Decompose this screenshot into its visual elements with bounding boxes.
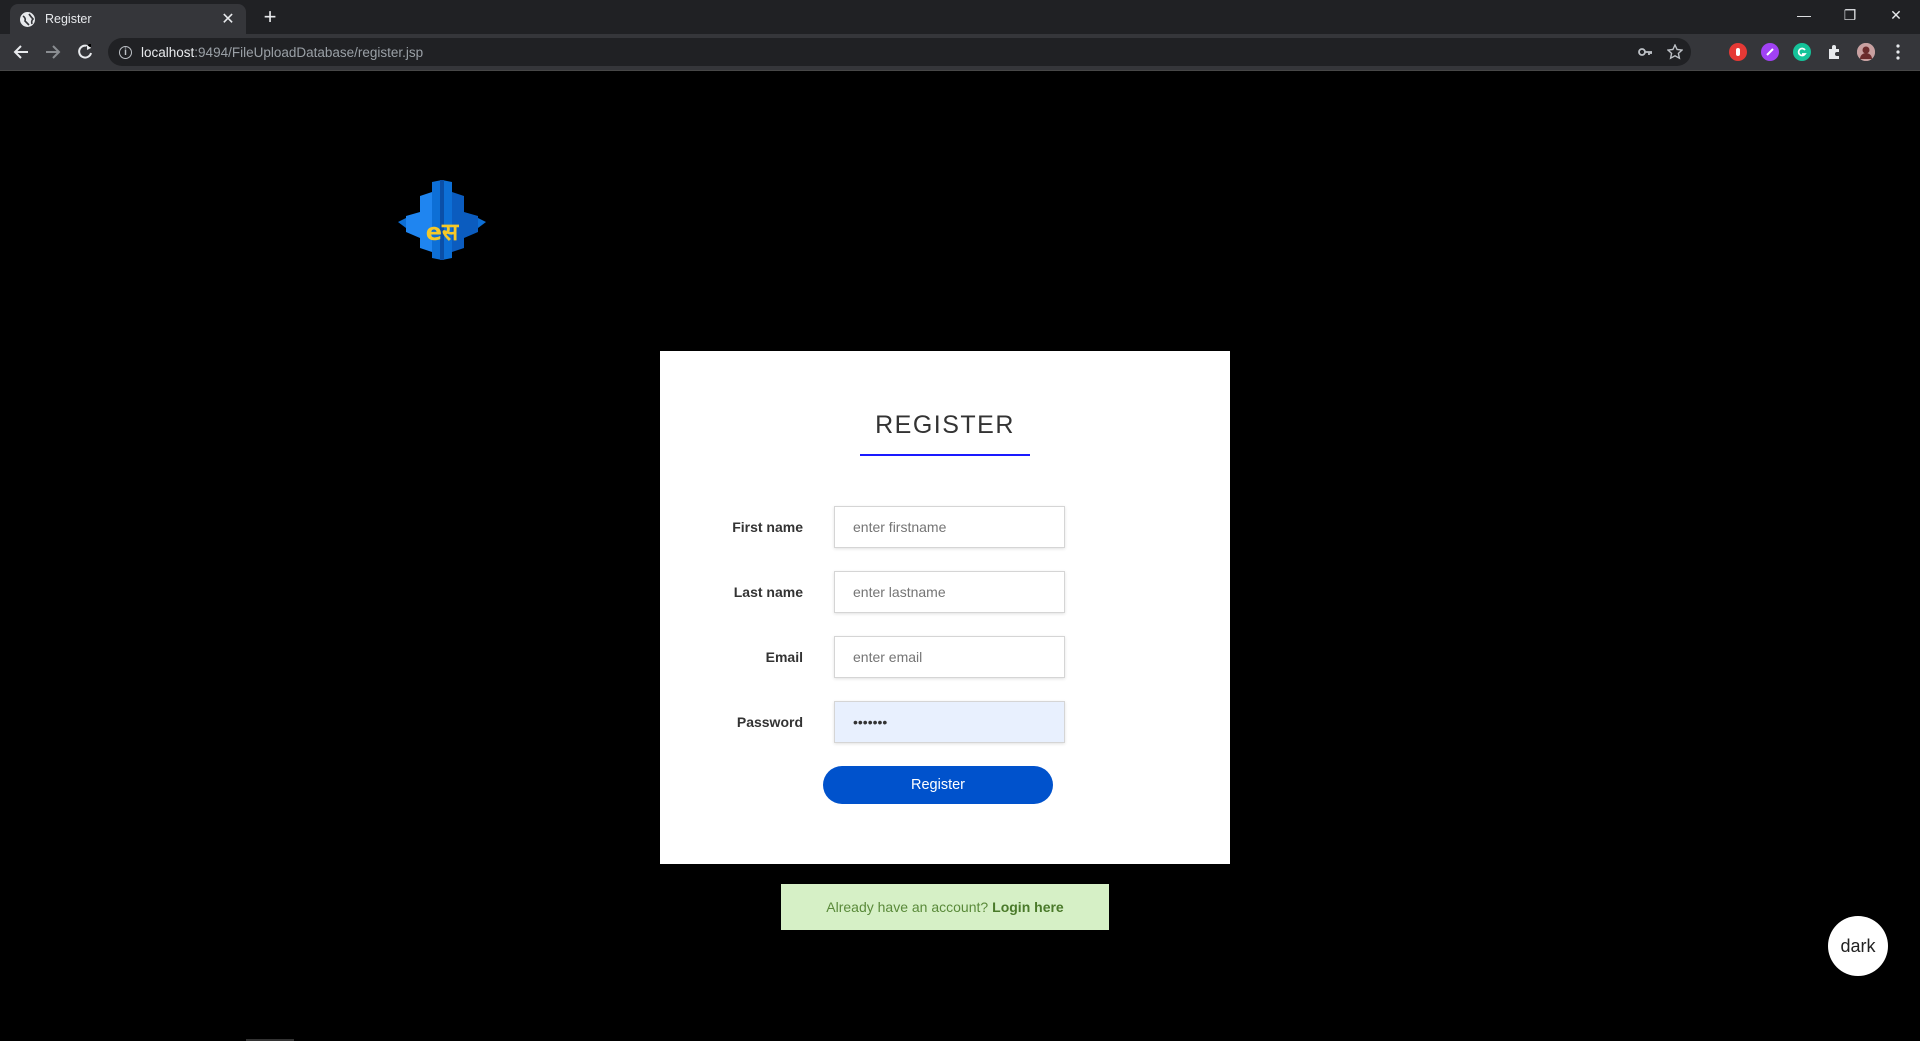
browser-toolbar: i localhost:9494/FileUploadDatabase/regi… xyxy=(0,34,1920,71)
email-input[interactable] xyxy=(834,636,1065,678)
first-name-label: First name xyxy=(732,519,803,535)
forward-arrow-icon[interactable] xyxy=(41,40,65,64)
colorpick-extension-icon[interactable] xyxy=(1761,43,1779,61)
url-text: localhost:9494/FileUploadDatabase/regist… xyxy=(141,44,424,60)
register-card: REGISTER First name Last name Email Pass… xyxy=(660,351,1230,864)
bookmark-star-icon[interactable] xyxy=(1667,44,1683,60)
tab-title: Register xyxy=(45,12,92,26)
puzzle-extensions-icon[interactable] xyxy=(1825,43,1843,61)
close-tab-icon[interactable]: ✕ xyxy=(220,9,236,29)
minimize-button[interactable]: — xyxy=(1781,0,1827,30)
title-underline xyxy=(860,454,1030,456)
login-link[interactable]: Login here xyxy=(992,899,1064,915)
page-title: REGISTER xyxy=(875,411,1015,439)
password-input[interactable] xyxy=(834,701,1065,743)
restore-button[interactable]: ❐ xyxy=(1827,0,1873,30)
password-label: Password xyxy=(736,714,803,730)
first-name-input[interactable] xyxy=(834,506,1065,548)
site-info-icon[interactable]: i xyxy=(119,45,132,59)
last-name-label: Last name xyxy=(733,584,803,600)
profile-avatar-icon[interactable] xyxy=(1857,43,1875,61)
reload-icon[interactable] xyxy=(73,40,97,64)
login-prompt-box: Already have an account? Login here xyxy=(781,884,1109,930)
new-tab-button[interactable]: + xyxy=(258,5,282,29)
register-button[interactable]: Register xyxy=(823,766,1053,804)
browser-tab[interactable]: Register ✕ xyxy=(10,4,246,34)
key-icon[interactable] xyxy=(1637,44,1653,60)
last-name-input[interactable] xyxy=(834,571,1065,613)
menu-kebab-icon[interactable] xyxy=(1889,43,1907,61)
dark-mode-toggle[interactable]: dark xyxy=(1828,916,1888,976)
grammarly-extension-icon[interactable] xyxy=(1793,43,1811,61)
close-window-button[interactable]: ✕ xyxy=(1873,0,1919,30)
globe-icon xyxy=(20,11,35,27)
browser-tab-strip: Register ✕ + — ❐ ✕ xyxy=(0,0,1920,34)
login-prompt-text: Already have an account? xyxy=(826,899,989,915)
site-logo: eस xyxy=(396,180,488,260)
adblock-extension-icon[interactable] xyxy=(1729,43,1747,61)
back-arrow-icon[interactable] xyxy=(9,40,33,64)
address-bar[interactable]: i localhost:9494/FileUploadDatabase/regi… xyxy=(108,38,1691,66)
email-label: Email xyxy=(765,649,803,665)
logo-text: eस xyxy=(426,218,459,246)
